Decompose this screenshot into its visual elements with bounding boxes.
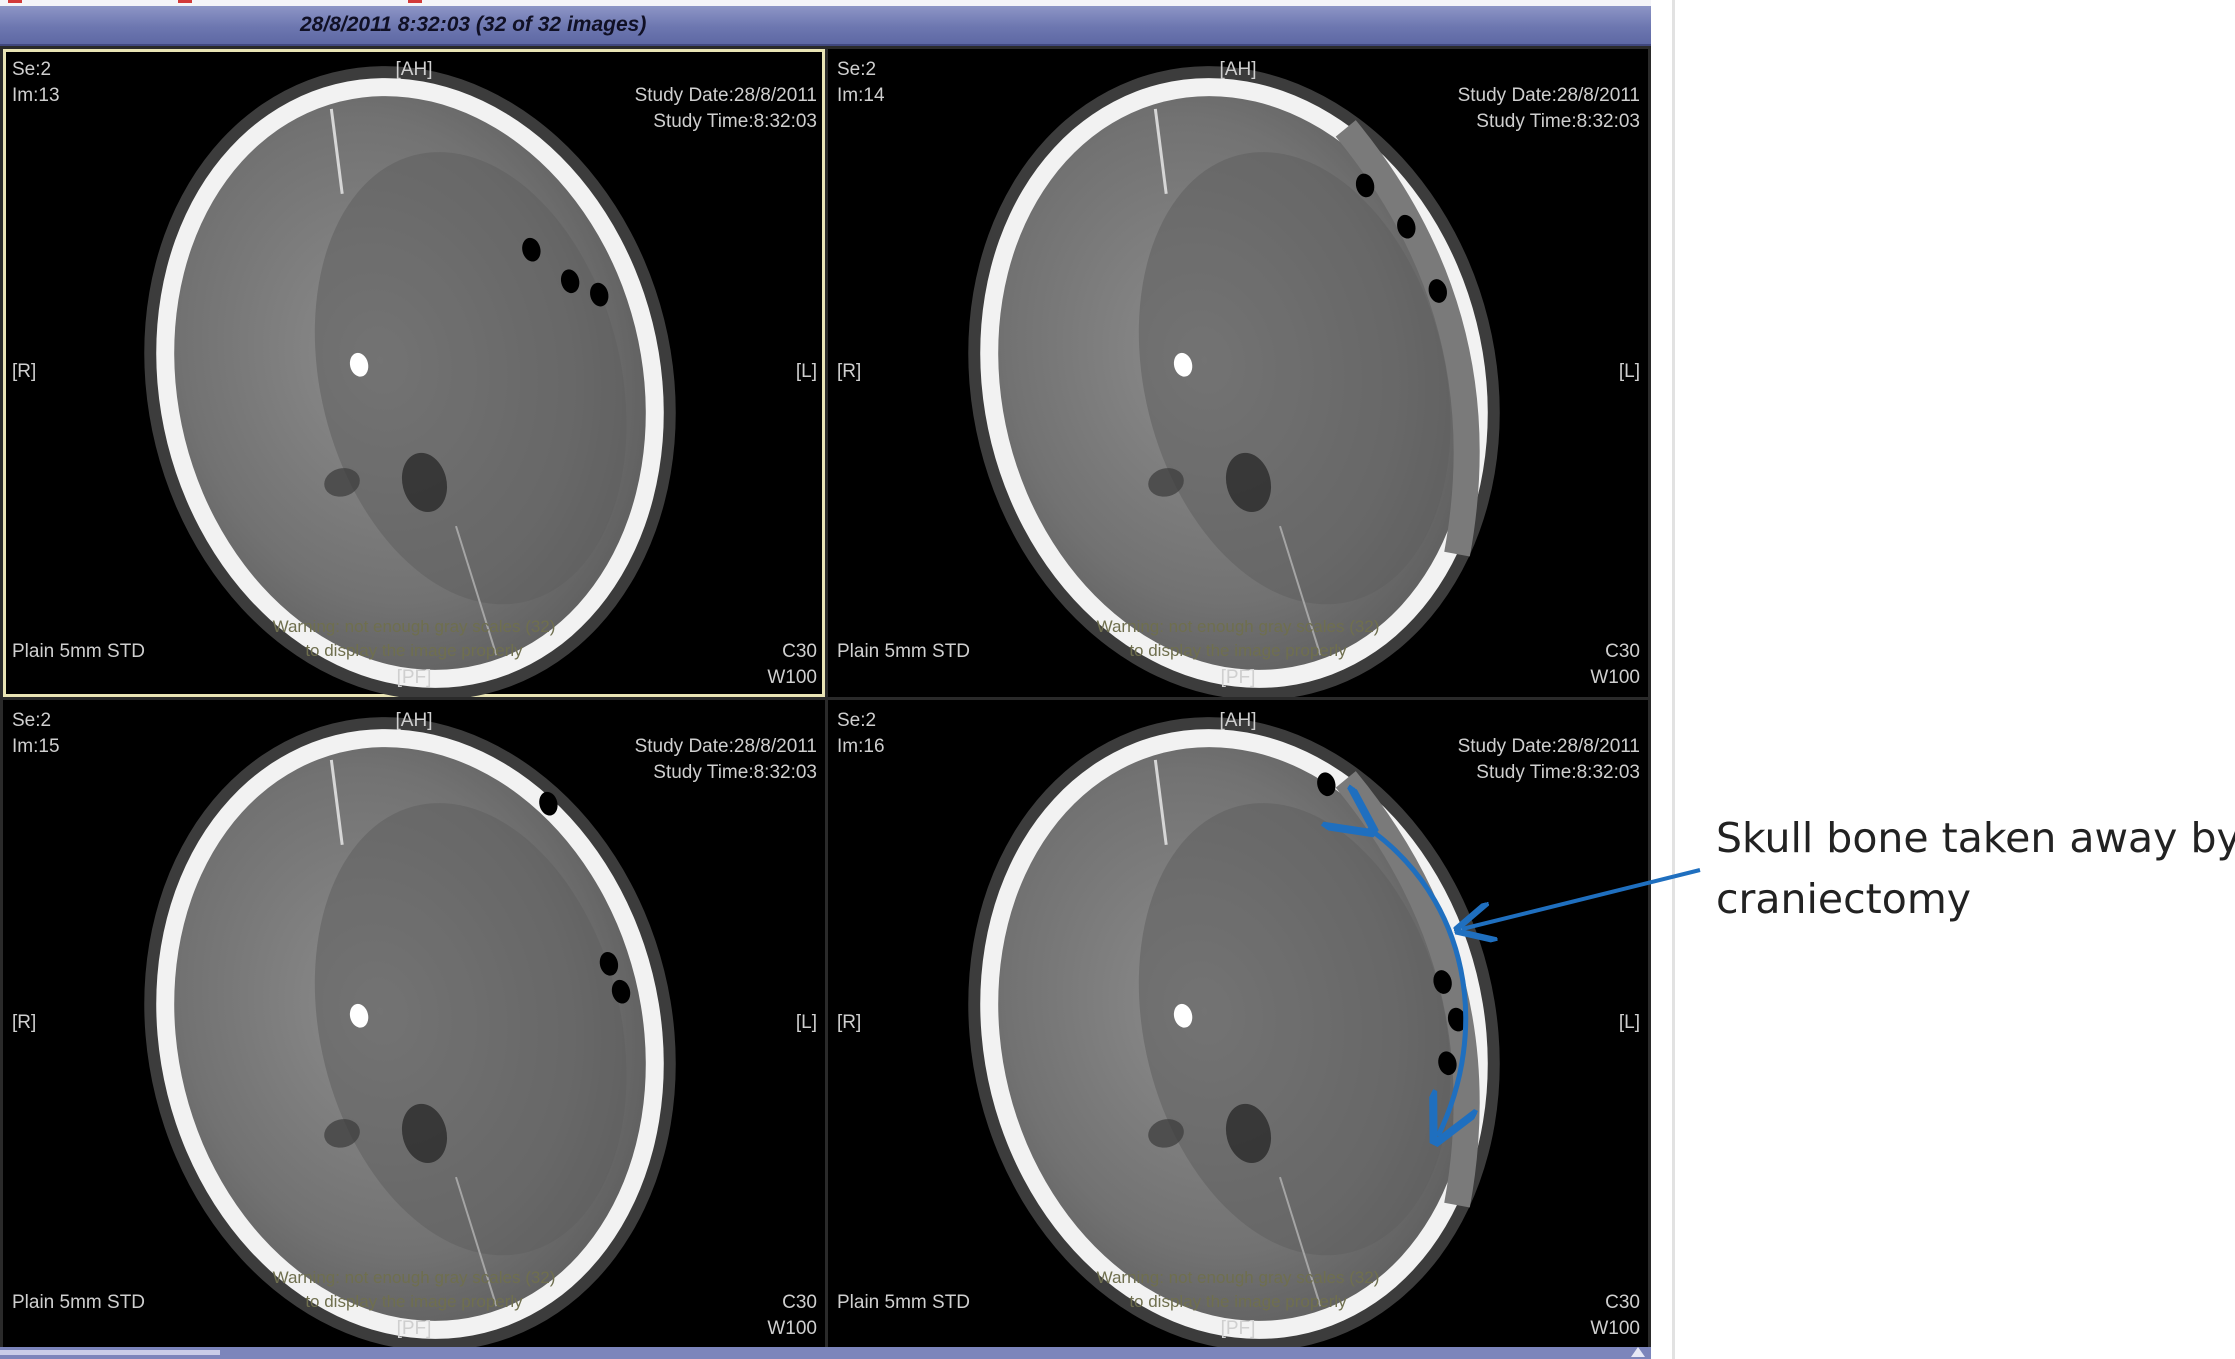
window-center: C30 [782,641,817,662]
protocol-label: Plain 5mm STD [837,641,971,662]
annotation-line-1: Skull bone taken away by [1716,814,2235,862]
protocol-label: Plain 5mm STD [12,641,146,662]
window-edge-divider [1672,0,1675,1359]
window-width: W100 [1590,1318,1640,1339]
image-number: Im:13 [12,85,60,106]
orientation-left: [R] [837,361,862,382]
orientation-top: [AH] [395,59,433,80]
ct-panel-im13[interactable]: Se:2 Im:13 [AH] Study Date:28/8/2011 Stu… [3,49,825,697]
ct-panel-im16[interactable]: Se:2 Im:16 [AH] Study Date:28/8/2011 Stu… [828,700,1648,1348]
viewer-title-bar: 28/8/2011 8:32:03 (32 of 32 images) [0,6,1651,46]
ct-panel-im15[interactable]: Se:2 Im:15 [AH] Study Date:28/8/2011 Stu… [3,700,825,1348]
window-center: C30 [1605,1292,1640,1313]
ct-scan-image [968,717,1500,1348]
orientation-left: [R] [12,361,37,382]
study-time: Study Time:8:32:03 [653,111,817,132]
orientation-bottom: [PF] [1220,1318,1256,1339]
gray-scale-warning-line-1: Warning: not enough gray scales (32) [1096,617,1380,636]
gray-scale-warning-line-1: Warning: not enough gray scales (32) [272,617,556,636]
orientation-left: [R] [837,1012,862,1033]
image-number: Im:14 [837,85,885,106]
orientation-right: [L] [795,361,817,382]
image-number: Im:16 [837,736,885,757]
protocol-label: Plain 5mm STD [837,1292,971,1313]
skull-slice [968,66,1500,697]
skull-slice [144,717,676,1348]
ct-scan-image [144,717,676,1348]
window-width: W100 [1590,667,1640,688]
orientation-top: [AH] [395,710,433,731]
image-grid: Se:2 Im:13 [AH] Study Date:28/8/2011 Stu… [0,46,1651,1356]
ct-scan-image [144,66,676,697]
image-number: Im:15 [12,736,60,757]
scroll-up-arrow-icon[interactable] [1631,1347,1645,1357]
series-label: Se:2 [12,59,52,80]
study-time: Study Time:8:32:03 [1476,762,1640,783]
viewer-title: 28/8/2011 8:32:03 (32 of 32 images) [300,13,647,36]
study-time: Study Time:8:32:03 [653,762,817,783]
study-time: Study Time:8:32:03 [1476,111,1640,132]
annotation-line-2: craniectomy [1716,875,1972,923]
gray-scale-warning-line-1: Warning: not enough gray scales (32) [272,1268,556,1287]
skull-slice [144,66,676,697]
orientation-right: [L] [795,1012,817,1033]
orientation-top: [AH] [1219,710,1257,731]
orientation-bottom: [PF] [396,1318,432,1339]
orientation-top: [AH] [1219,59,1257,80]
window-width: W100 [767,667,817,688]
window-width: W100 [767,1318,817,1339]
study-date: Study Date:28/8/2011 [1457,85,1640,106]
series-label: Se:2 [12,710,52,731]
skull-slice [968,717,1500,1348]
window-center: C30 [782,1292,817,1313]
window-center: C30 [1605,641,1640,662]
ct-panel-im14[interactable]: Se:2 Im:14 [AH] Study Date:28/8/2011 Stu… [828,49,1648,697]
orientation-bottom: [PF] [1220,667,1256,688]
orientation-bottom: [PF] [396,667,432,688]
dicom-viewer-window: 28/8/2011 8:32:03 (32 of 32 images) Se:2… [0,0,1651,1359]
study-date: Study Date:28/8/2011 [634,736,817,757]
ct-scan-image [968,66,1500,697]
series-label: Se:2 [837,59,877,80]
protocol-label: Plain 5mm STD [12,1292,146,1313]
study-date: Study Date:28/8/2011 [634,85,817,106]
orientation-right: [L] [1618,361,1640,382]
orientation-left: [R] [12,1012,37,1033]
scrollbar-thumb[interactable] [0,1350,220,1355]
study-date: Study Date:28/8/2011 [1457,736,1640,757]
series-label: Se:2 [837,710,877,731]
orientation-right: [L] [1618,1012,1640,1033]
gray-scale-warning-line-1: Warning: not enough gray scales (32) [1096,1268,1380,1287]
horizontal-scrollbar[interactable] [0,1347,1651,1359]
craniectomy-annotation: Skull bone taken away by craniectomy [1716,808,2235,930]
